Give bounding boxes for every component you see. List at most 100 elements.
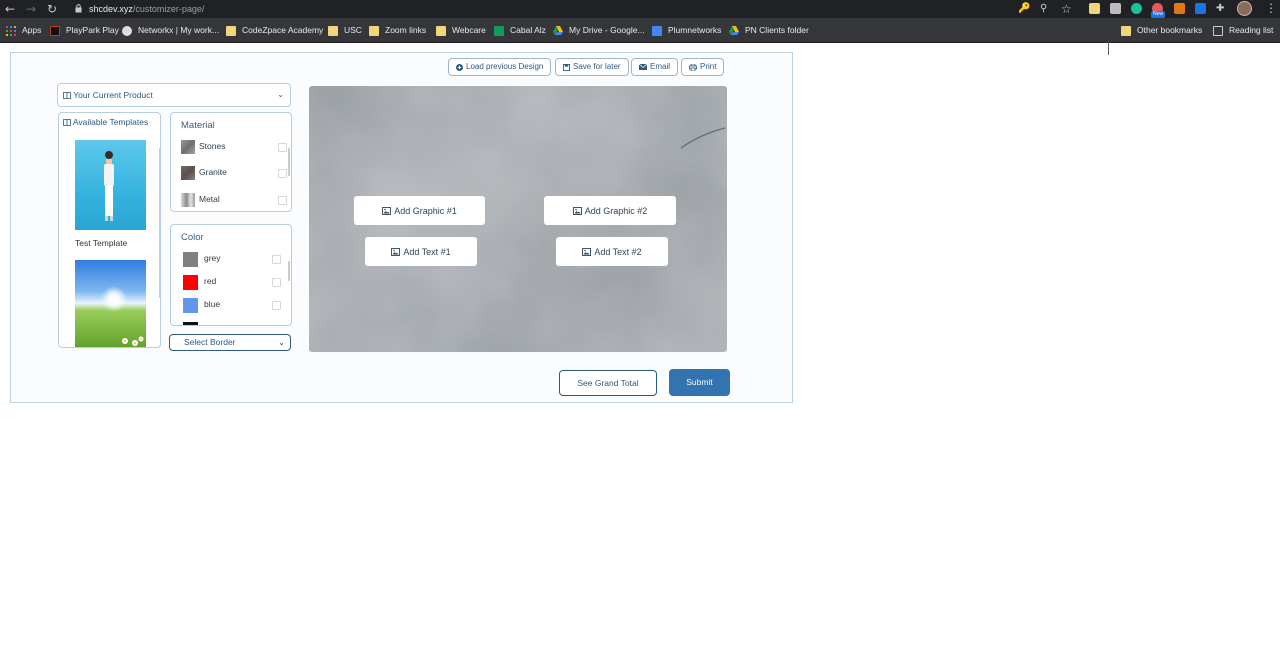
granite-swatch	[181, 166, 195, 180]
back-arrow-icon[interactable]: ←	[5, 1, 15, 17]
color-scrollbar[interactable]	[288, 261, 290, 281]
save-for-later-button[interactable]: Save for later	[555, 58, 629, 76]
playpark-icon	[50, 25, 60, 36]
select-border-dropdown[interactable]: Select Border ⌄	[169, 334, 291, 351]
reload-icon[interactable]: ↻	[47, 1, 57, 17]
key-icon[interactable]: 🔑	[1018, 1, 1030, 17]
folder-icon	[436, 25, 446, 36]
metamask-icon[interactable]	[1174, 3, 1185, 14]
new-badge: New	[1151, 11, 1166, 18]
bookmark-apps[interactable]: Apps	[6, 24, 41, 37]
h-extension-icon[interactable]	[1195, 3, 1206, 14]
granite-checkbox[interactable]	[278, 169, 287, 178]
material-option-label: Metal	[199, 194, 220, 204]
email-label: Email	[650, 62, 671, 71]
bookmark-zoom-links[interactable]: Zoom links	[369, 24, 426, 37]
templates-header: Available Templates	[63, 117, 148, 127]
folder-icon	[226, 25, 236, 36]
template-thumbnail-woman[interactable]	[75, 140, 146, 230]
current-product-select[interactable]: Your Current Product ⌄	[57, 83, 291, 107]
bookmark-label: PN Clients folder	[745, 25, 809, 35]
material-scrollbar[interactable]	[288, 148, 290, 176]
chevron-down-icon: ⌄	[278, 338, 285, 347]
zoom-icon[interactable]: ⚲	[1040, 1, 1047, 17]
blue-checkbox[interactable]	[272, 301, 281, 310]
color-option-label: blue	[204, 299, 221, 309]
material-title: Material	[181, 120, 215, 131]
stones-checkbox[interactable]	[278, 143, 287, 152]
other-bookmarks[interactable]: Other bookmarks	[1121, 24, 1202, 37]
submit-button[interactable]: Submit	[669, 369, 730, 396]
address-bar[interactable]: shcdev.xyz/customizer-page/	[89, 3, 204, 15]
load-previous-design-button[interactable]: Load previous Design	[448, 58, 552, 76]
add-graphic-1-button[interactable]: Add Graphic #1	[354, 196, 485, 225]
folder-icon	[1121, 25, 1131, 36]
material-option-granite[interactable]: Granite	[181, 166, 287, 180]
material-option-label: Stones	[199, 141, 226, 151]
reading-list[interactable]: Reading list	[1213, 24, 1273, 37]
envelope-icon	[639, 64, 647, 70]
bookmark-label: Cabal Alz	[510, 25, 546, 35]
add-text-2-label: Add Text #2	[594, 246, 642, 257]
bookmark-webcare[interactable]: Webcare	[436, 24, 486, 37]
grammarly-icon[interactable]	[1131, 3, 1142, 14]
bookmark-usc[interactable]: USC	[328, 24, 362, 37]
camera-extension-icon[interactable]	[1110, 3, 1121, 14]
color-option-red[interactable]: red	[183, 275, 281, 290]
image-icon	[382, 206, 392, 215]
puzzle-extensions-icon[interactable]: ✚	[1216, 1, 1224, 17]
add-graphic-1-label: Add Graphic #1	[394, 205, 457, 216]
columns-icon	[63, 119, 71, 126]
bookmark-plumnetworks[interactable]: Plumnetworks	[652, 24, 721, 37]
drive-icon	[729, 25, 739, 35]
add-text-2-button[interactable]: Add Text #2	[556, 237, 668, 266]
lock-icon[interactable]	[75, 4, 82, 13]
bookmark-networkx[interactable]: Networkx | My work...	[122, 24, 219, 37]
bookmark-label: Webcare	[452, 25, 486, 35]
email-button[interactable]: Email	[631, 58, 679, 76]
daisies-image	[122, 336, 144, 346]
bookmarks-bar: Apps PlayPark Play Networkx | My work...…	[0, 18, 1280, 55]
see-grand-total-button[interactable]: See Grand Total	[559, 370, 657, 396]
color-option-blue[interactable]: blue	[183, 298, 281, 313]
wordpress-icon	[122, 25, 132, 36]
add-text-1-button[interactable]: Add Text #1	[365, 237, 477, 266]
bookmark-my-drive[interactable]: My Drive - Google...	[553, 24, 645, 37]
save-for-later-label: Save for later	[573, 62, 621, 71]
grey-checkbox[interactable]	[272, 255, 281, 264]
star-icon[interactable]: ☆	[1061, 1, 1072, 17]
color-option-label: grey	[204, 253, 221, 263]
templates-scrollbar[interactable]	[159, 148, 160, 298]
select-border-value: Select Border	[184, 337, 236, 347]
color-option-grey[interactable]: grey	[183, 252, 281, 267]
bookmark-label: My Drive - Google...	[569, 25, 645, 35]
bookmark-label: CodeZpace Academy	[242, 25, 324, 35]
design-canvas[interactable]: Add Graphic #1 Add Graphic #2 Add Text #…	[309, 86, 727, 352]
material-option-metal[interactable]: Metal	[181, 193, 287, 207]
template-thumbnail-meadow[interactable]	[75, 260, 146, 347]
bookmark-codezpace[interactable]: CodeZpace Academy	[226, 24, 323, 37]
apps-grid-icon	[6, 25, 16, 36]
bookmark-playpark[interactable]: PlayPark Play	[50, 24, 119, 37]
add-graphic-2-button[interactable]: Add Graphic #2	[544, 196, 676, 225]
browser-top-bar: ← → ↻ shcdev.xyz/customizer-page/ 🔑 ⚲ ☆ …	[0, 0, 1280, 18]
print-button[interactable]: Print	[681, 58, 725, 76]
plus-circle-icon	[456, 63, 463, 71]
note-extension-icon[interactable]	[1089, 3, 1100, 14]
red-checkbox[interactable]	[272, 278, 281, 287]
bookmark-pn-clients[interactable]: PN Clients folder	[729, 24, 809, 37]
print-label: Print	[700, 62, 717, 71]
customizer-panel: Load previous Design Save for later Emai…	[10, 52, 793, 403]
bookmarks-separator	[1108, 42, 1109, 55]
reading-list-icon	[1213, 25, 1223, 36]
url-host: shcdev.xyz	[89, 4, 133, 14]
bookmark-cabal-alz[interactable]: Cabal Alz	[494, 24, 546, 37]
profile-avatar[interactable]	[1237, 1, 1252, 16]
material-option-stones[interactable]: Stones	[181, 140, 287, 154]
image-icon	[572, 206, 582, 215]
forward-arrow-icon[interactable]: →	[26, 1, 36, 17]
more-menu-icon[interactable]: ⋮	[1265, 1, 1277, 15]
available-templates-panel[interactable]: Available Templates Test Template	[58, 112, 161, 348]
metal-checkbox[interactable]	[278, 196, 287, 205]
bookmark-label: PlayPark Play	[66, 25, 119, 35]
